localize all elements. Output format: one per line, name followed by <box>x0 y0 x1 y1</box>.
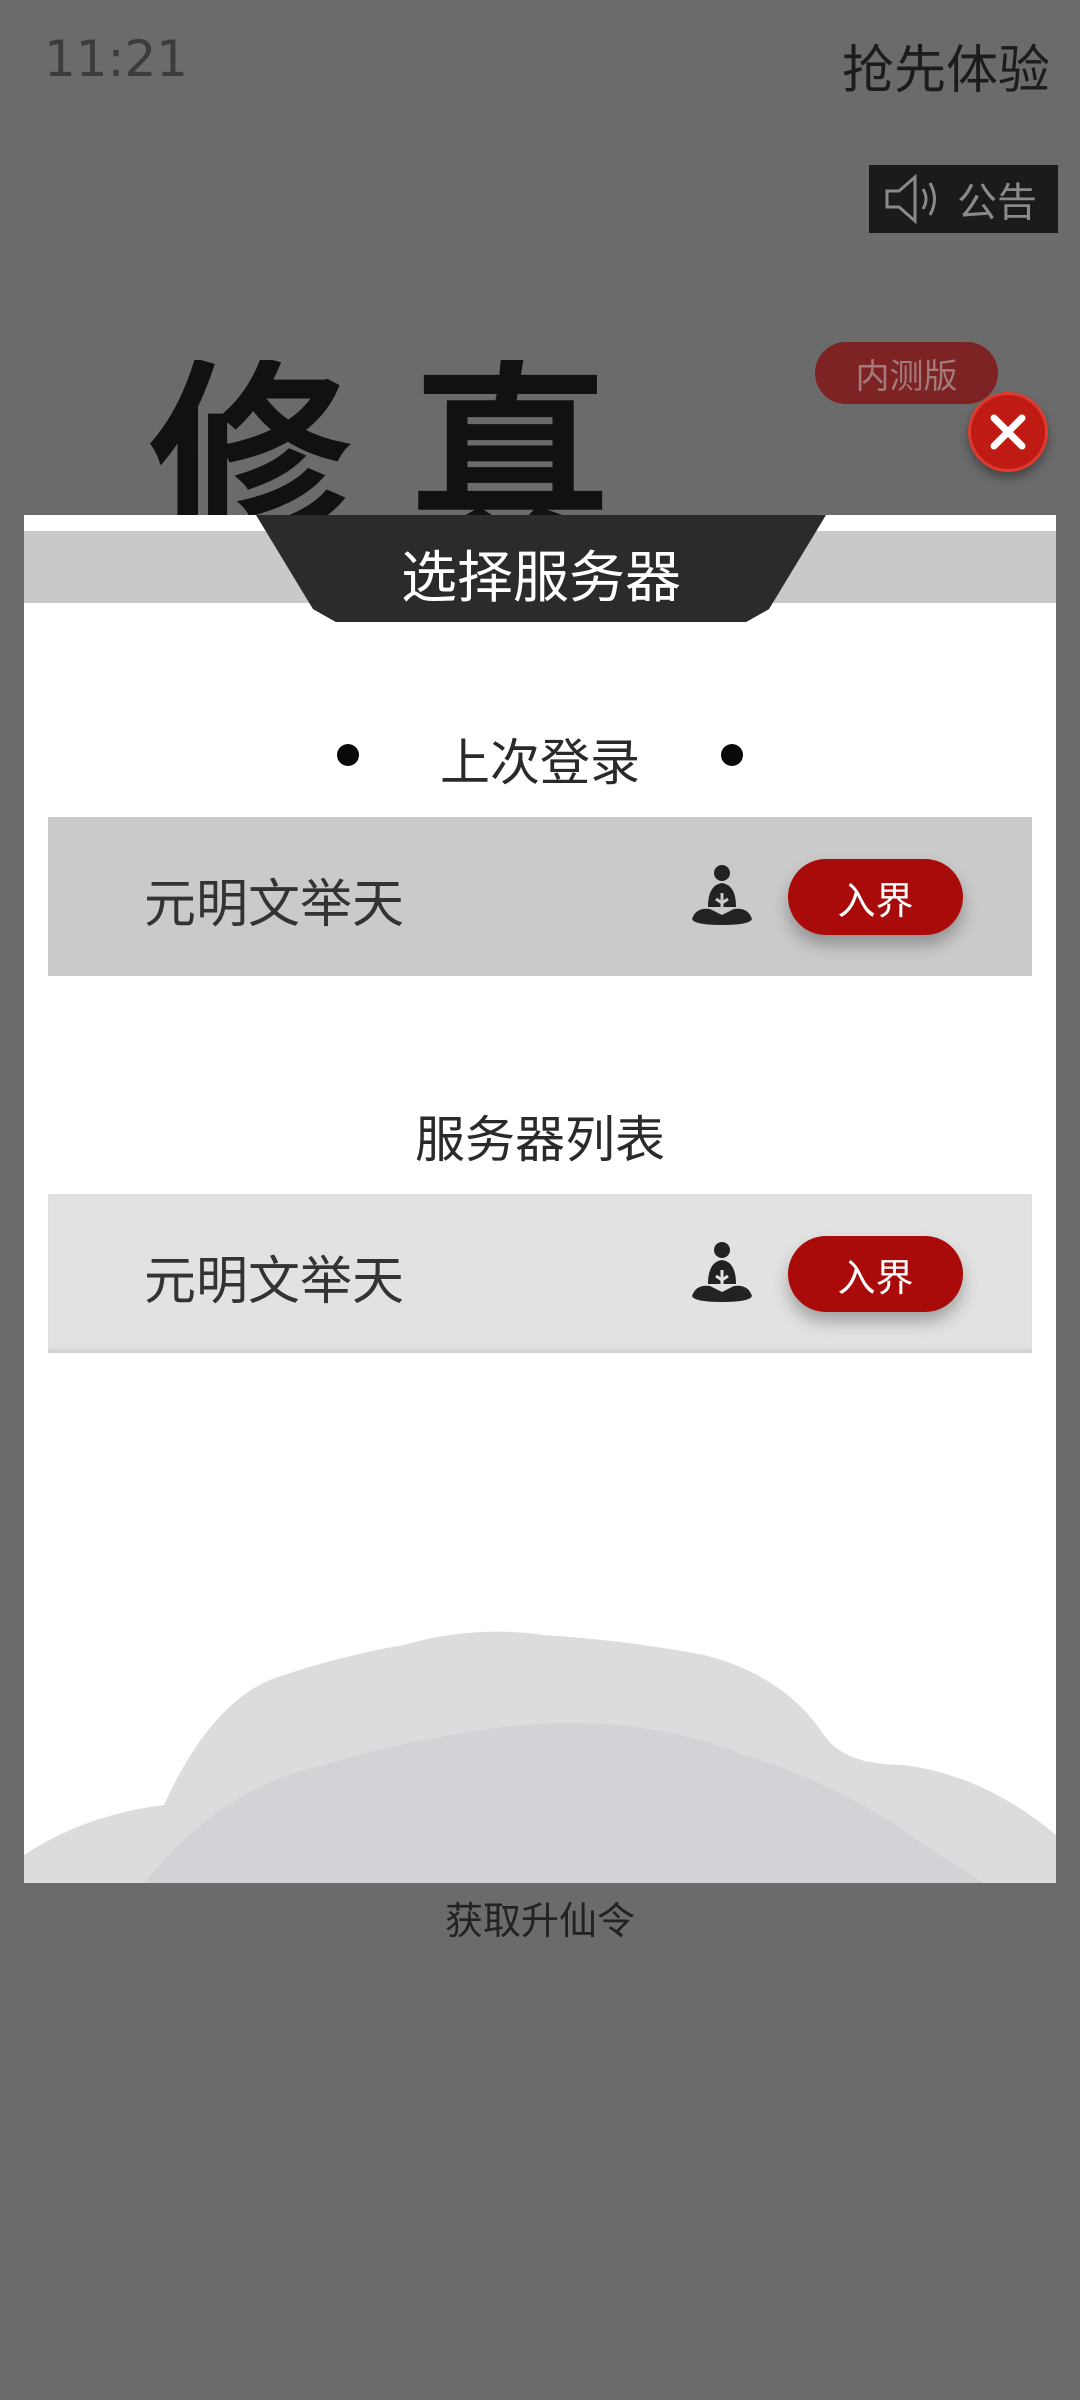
game-title-art: 修真界 <box>150 360 671 520</box>
mountain-decoration <box>24 1631 1056 1883</box>
beta-badge: 内测版 <box>815 342 998 404</box>
notice-label: 公告 <box>957 180 1037 226</box>
server-list-heading: 服务器列表 <box>415 1111 665 1169</box>
early-access-link[interactable]: 抢先体验 <box>842 28 1050 103</box>
notice-button[interactable]: 公告 <box>869 165 1058 233</box>
server-select-dialog: 选择服务器 上次登录 元明文举天 入界 服务器列表 元明文举天 入界 <box>24 515 1056 1883</box>
close-icon <box>990 414 1026 450</box>
dialog-title: 选择服务器 <box>401 546 681 611</box>
meditating-figure-icon <box>692 865 752 925</box>
enter-button[interactable]: 入界 <box>788 859 963 935</box>
status-time: 11:21 <box>44 30 189 88</box>
enter-button[interactable]: 入界 <box>788 1236 963 1312</box>
meditating-figure-icon <box>692 1242 752 1302</box>
close-button[interactable] <box>968 392 1048 472</box>
server-name: 元明文举天 <box>144 1252 405 1312</box>
speaker-icon <box>885 173 936 225</box>
last-login-server-row[interactable]: 元明文举天 入界 <box>48 817 1032 976</box>
heading-dot-right <box>721 744 743 766</box>
get-token-link[interactable]: 获取升仙令 <box>0 1890 1080 1945</box>
server-name: 元明文举天 <box>144 875 405 935</box>
server-list-item[interactable]: 元明文举天 入界 <box>48 1194 1032 1353</box>
last-login-heading: 上次登录 <box>440 734 640 792</box>
